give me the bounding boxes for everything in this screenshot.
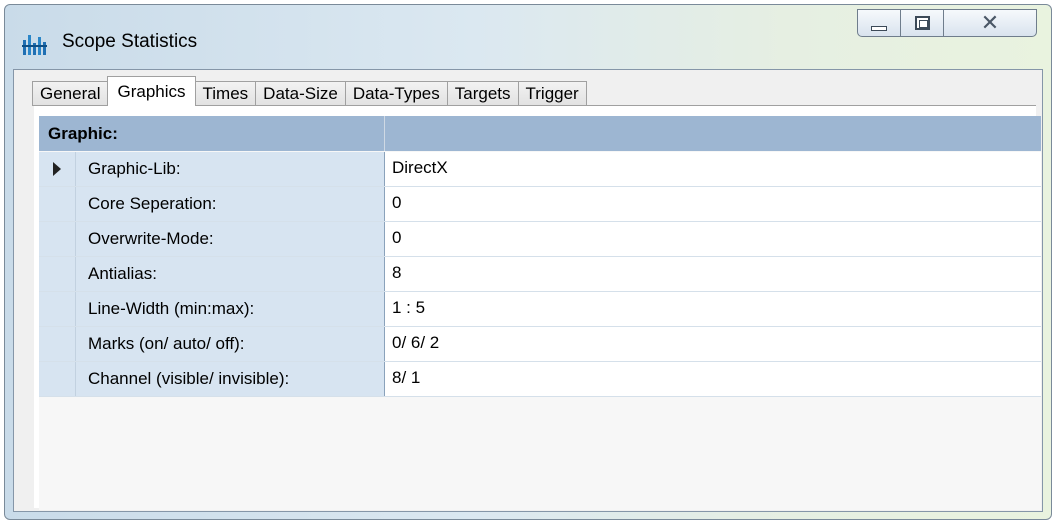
tab-label: Targets <box>454 83 511 103</box>
tab-strip: General Graphics Times Data-Size Data-Ty… <box>32 76 587 106</box>
scope-statistics-window: Scope Statistics ✕ General Graphics Time… <box>4 4 1052 520</box>
dialog-client-area: General Graphics Times Data-Size Data-Ty… <box>13 69 1043 512</box>
row-selector[interactable] <box>39 187 76 221</box>
tab-trigger[interactable]: Trigger <box>518 81 587 106</box>
tab-label: Graphics <box>117 81 186 101</box>
close-button[interactable]: ✕ <box>943 9 1037 37</box>
property-row-antialias[interactable]: Antialias: 8 <box>39 257 1041 292</box>
close-icon: ✕ <box>980 10 1000 35</box>
property-name: Line-Width (min:max): <box>76 292 385 326</box>
tab-general[interactable]: General <box>32 81 109 106</box>
property-row-marks[interactable]: Marks (on/ auto/ off): 0/ 6/ 2 <box>39 327 1041 362</box>
maximize-icon <box>914 16 930 30</box>
property-row-graphic-lib[interactable]: Graphic-Lib: DirectX <box>39 152 1041 187</box>
tab-label: Trigger <box>525 83 579 103</box>
category-row: Graphic: <box>39 116 1041 151</box>
window-title: Scope Statistics <box>62 31 198 52</box>
tab-label: Data-Types <box>352 83 440 103</box>
minimize-icon <box>871 25 887 31</box>
property-value[interactable]: 8 <box>385 257 1041 291</box>
row-selector[interactable] <box>39 292 76 326</box>
property-value[interactable]: 0 <box>385 222 1041 256</box>
maximize-button[interactable] <box>900 9 944 37</box>
tab-label: General <box>40 83 101 103</box>
property-name: Overwrite-Mode: <box>76 222 385 256</box>
tab-label: Times <box>202 83 249 103</box>
current-row-arrow-icon <box>53 162 61 176</box>
property-row-core-seperation[interactable]: Core Seperation: 0 <box>39 187 1041 222</box>
property-rows: Graphic-Lib: DirectX Core Seperation: 0 … <box>39 152 1041 397</box>
property-name: Channel (visible/ invisible): <box>76 362 385 396</box>
title-bar[interactable]: Scope Statistics ✕ <box>5 5 1051 69</box>
row-selector[interactable] <box>39 362 76 396</box>
graphics-tab-panel: Graphic: Graphic-Lib: DirectX Core Seper… <box>34 105 1041 510</box>
property-value[interactable]: DirectX <box>385 152 1041 186</box>
property-name: Antialias: <box>76 257 385 291</box>
property-name: Marks (on/ auto/ off): <box>76 327 385 361</box>
property-value[interactable]: 1 : 5 <box>385 292 1041 326</box>
row-selector[interactable] <box>39 327 76 361</box>
tab-graphics[interactable]: Graphics <box>107 76 196 106</box>
property-row-line-width[interactable]: Line-Width (min:max): 1 : 5 <box>39 292 1041 327</box>
tab-data-types[interactable]: Data-Types <box>345 81 448 106</box>
property-row-channel[interactable]: Channel (visible/ invisible): 8/ 1 <box>39 362 1041 397</box>
property-name: Core Seperation: <box>76 187 385 221</box>
property-value[interactable]: 8/ 1 <box>385 362 1041 396</box>
scope-bars-icon <box>22 35 47 55</box>
tab-data-size[interactable]: Data-Size <box>256 81 346 106</box>
minimize-button[interactable] <box>857 9 901 37</box>
property-row-overwrite-mode[interactable]: Overwrite-Mode: 0 <box>39 222 1041 257</box>
row-selector[interactable] <box>39 152 76 186</box>
row-selector[interactable] <box>39 222 76 256</box>
tab-label: Data-Size <box>263 83 338 103</box>
tab-times[interactable]: Times <box>195 81 257 106</box>
property-name: Graphic-Lib: <box>76 152 385 186</box>
property-grid[interactable]: Graphic: Graphic-Lib: DirectX Core Seper… <box>39 116 1041 510</box>
tab-targets[interactable]: Targets <box>447 81 519 106</box>
row-selector[interactable] <box>39 257 76 291</box>
property-value[interactable]: 0/ 6/ 2 <box>385 327 1041 361</box>
property-value[interactable]: 0 <box>385 187 1041 221</box>
category-label: Graphic: <box>39 116 385 151</box>
